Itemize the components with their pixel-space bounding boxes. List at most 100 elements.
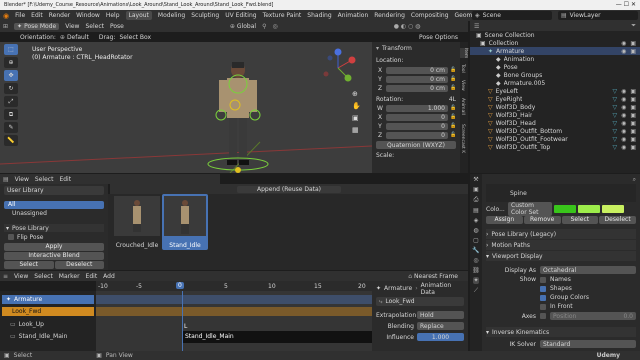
asset-menu-view[interactable]: View [15, 176, 29, 183]
shapes-checkbox[interactable] [540, 285, 546, 292]
outliner-item[interactable]: ◆ Armature.005 [470, 79, 640, 87]
nla-strips-area[interactable]: L Stand_Idle_Main [96, 291, 372, 351]
data-tab-icon[interactable]: ✦ [473, 277, 479, 284]
tab-rendering[interactable]: Rendering [374, 12, 405, 19]
orientation-select[interactable]: ⊕ Default [60, 34, 89, 41]
transform-field[interactable]: 0 cm [386, 75, 448, 83]
outliner-item[interactable]: ▽ Wolf3D_Head ▽ ◉ ▣ [470, 119, 640, 127]
scene-tab-icon[interactable]: ◈ [474, 217, 479, 224]
eye-icon[interactable]: ◉ [621, 104, 626, 111]
tab-shading[interactable]: Shading [307, 12, 331, 19]
apply-pose-button[interactable]: Apply [4, 243, 104, 251]
bone-tab-icon[interactable]: ⟋ [474, 287, 478, 295]
frame-ruler[interactable]: -10 -5 0 5 10 15 20 [96, 281, 372, 291]
asset-tile[interactable]: Crouched_Idle [114, 196, 160, 250]
viewlayer-selector[interactable]: ▤ ViewLayer [558, 11, 638, 20]
outliner-icon[interactable]: ☰ [474, 23, 479, 30]
outliner-item[interactable]: ▣ Collection ◉ ▣ [470, 39, 640, 47]
remove-button[interactable]: Remove [523, 216, 561, 224]
nla-menu-marker[interactable]: Marker [59, 273, 80, 280]
scene-selector[interactable]: ◈ Scene [472, 11, 552, 20]
color-set-select[interactable]: Custom Color Set [508, 202, 552, 216]
asset-tile-selected[interactable]: Stand_Idle [162, 194, 208, 250]
window-controls[interactable]: — ☐ ✕ [616, 1, 636, 8]
eye-icon[interactable]: ◉ [621, 144, 626, 151]
eye-icon[interactable]: ◉ [621, 48, 626, 55]
action-select[interactable]: ⤷ Look_Fwd [376, 297, 464, 306]
motion-paths-panel[interactable]: › Motion Paths [486, 240, 636, 250]
camera-icon[interactable]: ▣ [630, 88, 636, 95]
color-swatch-3[interactable] [602, 205, 624, 213]
color-swatch-1[interactable] [554, 205, 576, 213]
outliner-item[interactable]: ▽ Wolf3D_Outfit_Top ▽ ◉ ▣ [470, 143, 640, 151]
camera-icon[interactable]: ▣ [630, 40, 636, 47]
world-tab-icon[interactable]: ◍ [473, 227, 478, 234]
camera-icon[interactable]: ▣ [630, 120, 636, 127]
menu-render[interactable]: Render [49, 12, 70, 19]
pose-library-panel-header[interactable]: ▾ Pose Library [4, 224, 104, 232]
outliner-item[interactable]: ▽ EyeLeft ▽ ◉ ▣ [470, 87, 640, 95]
in-front-checkbox[interactable] [540, 303, 546, 310]
asset-menu-edit[interactable]: Edit [59, 176, 71, 183]
assign-button[interactable]: Assign [486, 216, 523, 224]
nla-menu-edit[interactable]: Edit [86, 273, 98, 280]
nla-strip[interactable]: Stand_Idle_Main [182, 331, 372, 343]
camera-icon[interactable]: ▣ [630, 48, 636, 55]
lock-icon[interactable]: 🔓 [450, 67, 456, 73]
nla-menu-view[interactable]: View [14, 273, 28, 280]
eye-icon[interactable]: ◉ [621, 112, 626, 119]
tab-animall[interactable]: Animall [460, 98, 465, 115]
grid-icon[interactable]: ▦ [352, 126, 361, 134]
tool-tab-icon[interactable]: ⚒ [473, 176, 478, 183]
drag-select[interactable]: Select Box [119, 34, 151, 41]
select-pose-bones-button[interactable]: Select [4, 261, 54, 269]
transform-field[interactable]: 1.000 [386, 104, 448, 112]
view-layer-tab-icon[interactable]: ▤ [473, 207, 479, 214]
catalog-all[interactable]: All [4, 201, 104, 209]
object-tab-icon[interactable]: ▢ [473, 237, 479, 244]
rotation-mode-select[interactable]: Quaternion (WXYZ) [376, 141, 456, 149]
select-button[interactable]: Select [561, 216, 599, 224]
snap-select[interactable]: ⌂ Nearest Frame [408, 273, 458, 280]
track-look-up[interactable]: ▭ Look_Up [2, 320, 94, 329]
camera-icon[interactable]: ▣ [630, 96, 636, 103]
outliner-item[interactable]: ◆ Bone Groups [470, 71, 640, 79]
ik-panel[interactable]: ▾ Inverse Kinematics [486, 327, 636, 337]
menu-edit[interactable]: Edit [31, 12, 43, 19]
influence-slider[interactable]: 1.000 [417, 333, 464, 341]
menu-file[interactable]: File [15, 12, 25, 19]
physics-tab-icon[interactable]: ◎ [473, 257, 478, 264]
marker[interactable]: L [184, 323, 187, 330]
flip-pose-checkbox[interactable]: Flip Pose [4, 232, 104, 242]
nla-menu-select[interactable]: Select [34, 273, 53, 280]
eye-icon[interactable]: ◉ [621, 136, 626, 143]
character-model[interactable] [205, 60, 275, 173]
eye-icon[interactable]: ◉ [621, 120, 626, 127]
track-armature[interactable]: ✦ Armature [2, 295, 94, 304]
deselect-pose-bones-button[interactable]: Deselect [54, 261, 104, 269]
camera-icon[interactable]: ▣ [630, 128, 636, 135]
editor-type-icon[interactable]: ≡ [3, 273, 8, 280]
output-tab-icon[interactable]: ⎙ [474, 196, 479, 204]
hand-icon[interactable]: ✋ [352, 102, 361, 110]
camera-icon[interactable]: ▣ [352, 114, 361, 122]
proportional-icon[interactable]: ◎ [272, 23, 277, 30]
tab-screencast[interactable]: Screencast K [460, 124, 465, 153]
constraint-tab-icon[interactable]: ⛓ [472, 267, 480, 274]
scene-collection-row[interactable]: ▣ Scene Collection [470, 31, 640, 39]
viewport-display-panel[interactable]: ▾ Viewport Display [486, 251, 636, 261]
camera-icon[interactable]: ▣ [630, 144, 636, 151]
ik-solver-select[interactable]: Standard [540, 340, 636, 348]
color-swatch-2[interactable] [578, 205, 600, 213]
blender-logo-icon[interactable]: ◉ [3, 12, 9, 20]
library-select[interactable]: User Library [4, 186, 104, 195]
transform-field[interactable]: 0 cm [386, 66, 448, 74]
zoom-icon[interactable]: ⊕ [352, 90, 361, 98]
outliner-item[interactable]: ◆ Animation [470, 55, 640, 63]
tab-modeling[interactable]: Modeling [158, 12, 185, 19]
asset-menu-select[interactable]: Select [35, 176, 54, 183]
menu-window[interactable]: Window [76, 12, 100, 19]
interactive-blend-button[interactable]: Interactive Blend [4, 252, 104, 260]
outliner-item[interactable]: ▽ Wolf3D_Outfit_Bottom ▽ ◉ ▣ [470, 127, 640, 135]
tab-compositing[interactable]: Compositing [411, 12, 449, 19]
